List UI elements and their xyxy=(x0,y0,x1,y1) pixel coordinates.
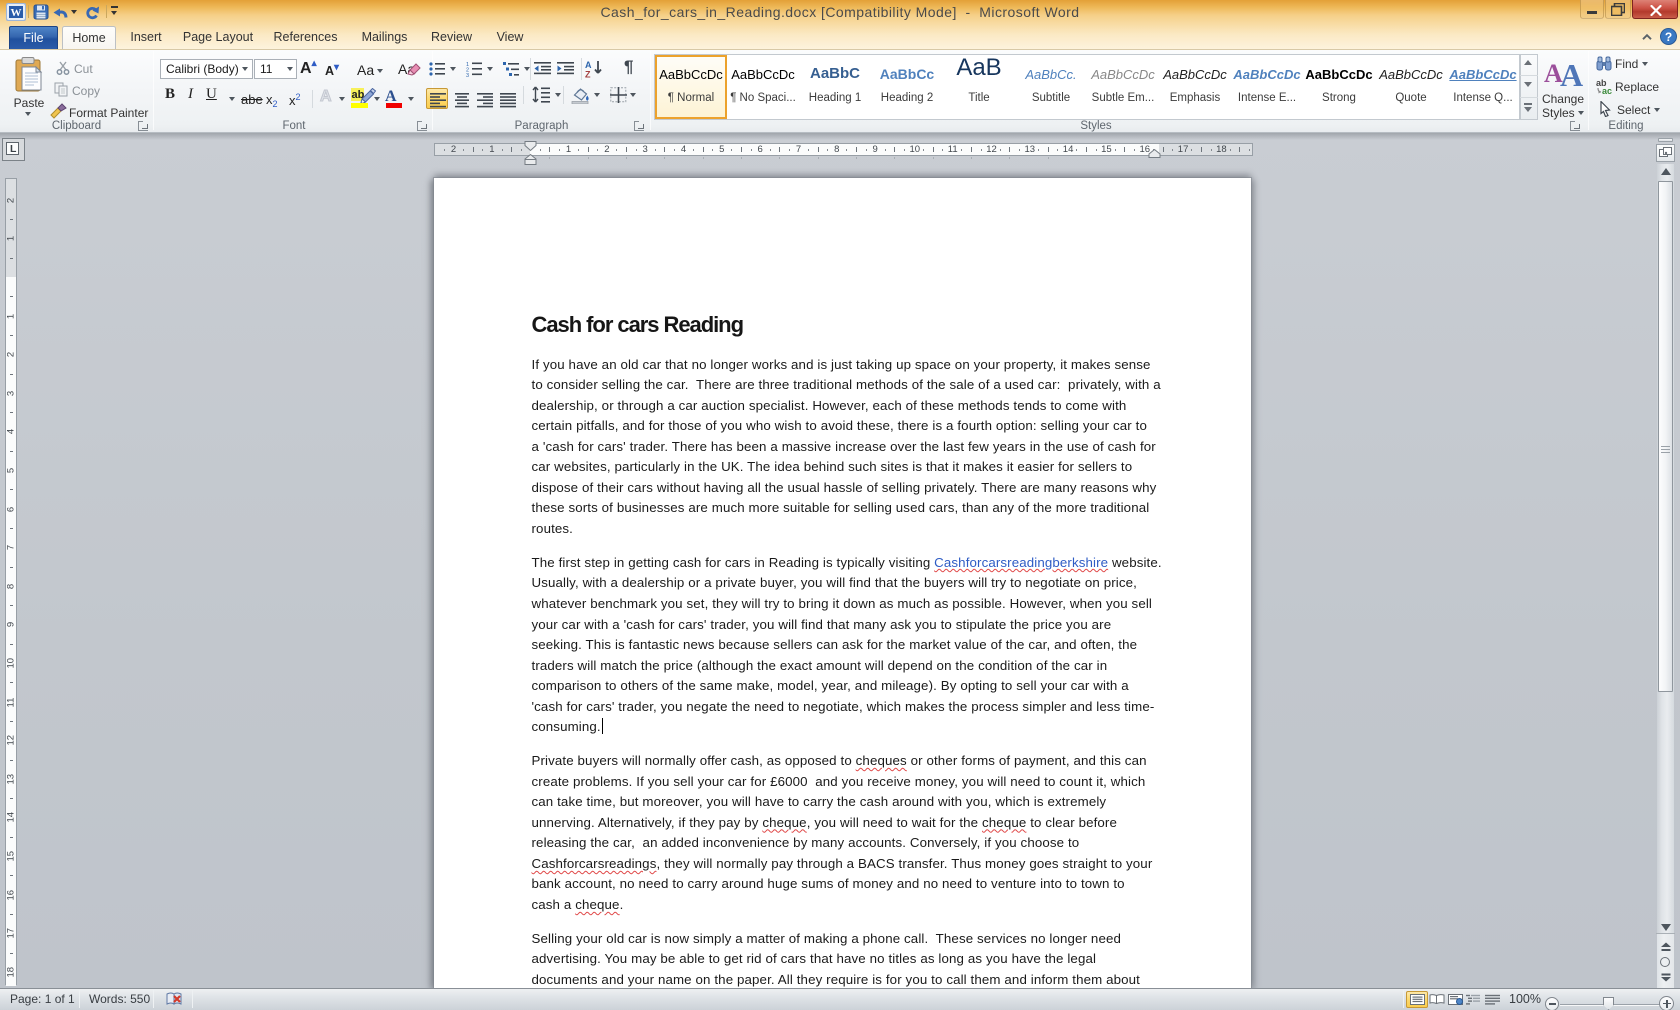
svg-text:ac: ac xyxy=(1602,86,1612,95)
svg-text:A: A xyxy=(585,60,592,70)
svg-text:Z: Z xyxy=(585,70,591,79)
svg-text:?: ? xyxy=(1665,30,1672,44)
svg-text:3: 3 xyxy=(466,73,469,77)
svg-text:A: A xyxy=(1560,57,1583,86)
